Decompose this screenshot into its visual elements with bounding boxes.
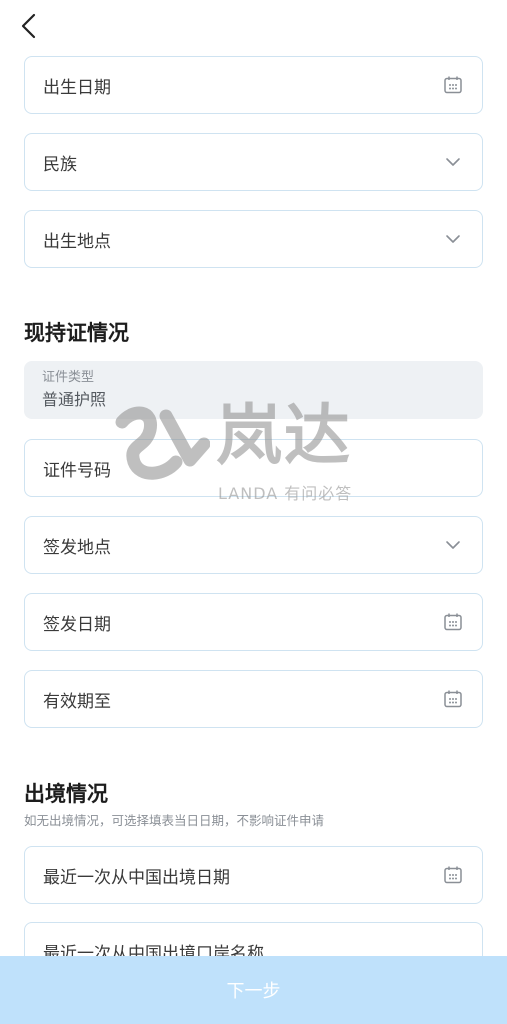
birth-place-select[interactable]: 出生地点 <box>24 210 483 268</box>
chevron-down-icon <box>442 534 464 556</box>
exit-note: 如无出境情况，可选择填表当日日期，不影响证件申请 <box>24 813 325 828</box>
calendar-icon <box>442 864 464 886</box>
issue-date-label: 签发日期 <box>43 614 111 635</box>
back-button[interactable] <box>12 8 44 44</box>
exit-title: 出境情况 <box>24 782 108 806</box>
issue-place-select[interactable]: 签发地点 <box>24 516 483 574</box>
next-button[interactable]: 下一步 <box>0 956 507 1024</box>
chevron-down-icon <box>442 151 464 173</box>
ethnicity-label: 民族 <box>43 154 77 175</box>
cert-type-value: 普通护照 <box>42 390 107 409</box>
birth-date-field[interactable]: 出生日期 <box>24 56 483 114</box>
valid-until-field[interactable]: 有效期至 <box>24 670 483 728</box>
cert-type-label: 证件类型 <box>42 370 95 385</box>
valid-until-label: 有效期至 <box>43 691 111 712</box>
current-cert-title: 现持证情况 <box>24 321 129 345</box>
cert-number-label: 证件号码 <box>43 460 111 481</box>
cert-number-input[interactable]: 证件号码 <box>24 439 483 497</box>
calendar-icon <box>442 611 464 633</box>
chevron-down-icon <box>442 228 464 250</box>
issue-date-field[interactable]: 签发日期 <box>24 593 483 651</box>
ethnicity-select[interactable]: 民族 <box>24 133 483 191</box>
calendar-icon <box>442 74 464 96</box>
last-exit-date-label: 最近一次从中国出境日期 <box>43 867 230 888</box>
birth-date-label: 出生日期 <box>43 77 111 98</box>
last-exit-date-field[interactable]: 最近一次从中国出境日期 <box>24 846 483 904</box>
calendar-icon <box>442 688 464 710</box>
issue-place-label: 签发地点 <box>43 537 111 558</box>
birth-place-label: 出生地点 <box>43 231 111 252</box>
cert-type-field: 证件类型 普通护照 <box>24 361 483 419</box>
chevron-left-icon <box>21 13 36 39</box>
